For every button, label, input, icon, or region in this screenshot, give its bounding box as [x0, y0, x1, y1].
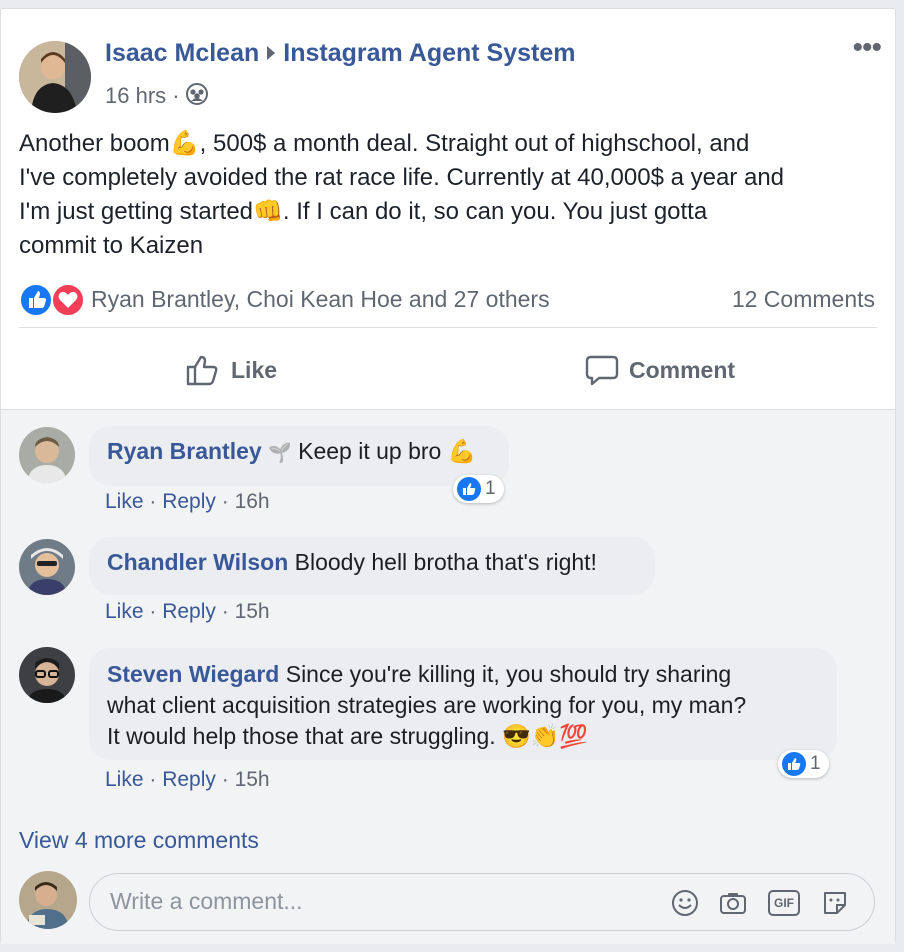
commenter-avatar[interactable] [19, 539, 75, 595]
post-text-line4: commit to Kaizen [19, 232, 204, 259]
comment-bubble: Chandler Wilson Bloody hell brotha that'… [89, 537, 655, 595]
view-more-comments-link[interactable]: View 4 more comments [19, 827, 259, 854]
comment-input[interactable] [110, 888, 630, 915]
comment-text-line3: It would help those that are struggling. [107, 723, 496, 749]
like-count-value: 1 [485, 478, 496, 499]
commenter-name-link[interactable]: Steven Wiegard [107, 661, 279, 687]
sticker-icon[interactable] [820, 888, 850, 918]
author-avatar[interactable] [19, 41, 91, 113]
post-text-line1b: , 500$ a month deal. Straight out of hig… [199, 130, 750, 157]
post-text-line2: I've completely avoided the rat race lif… [19, 164, 785, 191]
comment-like-count[interactable]: 1 [778, 750, 829, 778]
post-text-line3b: . If I can do it, so can you. You just g… [282, 198, 708, 225]
comment-actions: Like · Reply · 16h [105, 490, 270, 513]
comment-button[interactable]: Comment [585, 353, 735, 387]
comment-actions: Like · Reply · 15h [105, 600, 270, 623]
like-reaction-icon [782, 752, 806, 776]
like-button[interactable]: Like [185, 353, 277, 387]
post-text-line1: Another boom [19, 130, 170, 157]
post-text-line3: I'm just getting started [19, 198, 254, 225]
post-meta: 16 hrs · [105, 83, 208, 111]
speech-bubble-icon [585, 355, 619, 386]
like-reaction-icon [19, 283, 53, 317]
comments-count-link[interactable]: 12 Comments [732, 286, 875, 313]
commenter-avatar[interactable] [19, 427, 75, 483]
comment-bubble: Steven Wiegard Since you're killing it, … [89, 648, 837, 760]
post-card: Isaac Mclean Instagram Agent System 16 hr… [0, 8, 896, 944]
comment-reply-link[interactable]: Reply [162, 490, 216, 513]
gif-icon[interactable]: GIF [768, 890, 800, 916]
post-header-title: Isaac Mclean Instagram Agent System [105, 39, 575, 68]
comment-bubble: Ryan Brantley 🌱 Keep it up bro 💪 [89, 426, 509, 486]
comment-reply-link[interactable]: Reply [162, 768, 216, 791]
current-user-avatar[interactable] [19, 871, 77, 929]
muscle-emoji-icon: 💪 [169, 130, 200, 157]
comment-like-link[interactable]: Like [105, 768, 144, 791]
post-body: Another boom💪, 500$ a month deal. Straig… [19, 127, 889, 263]
comment-like-link[interactable]: Like [105, 600, 144, 623]
comment-time[interactable]: 16h [235, 490, 270, 513]
comment-like-count[interactable]: 1 [453, 475, 504, 503]
divider-top [19, 327, 877, 328]
more-options-icon[interactable]: ••• [852, 31, 881, 65]
emoji-icons: 😎👏💯 [502, 723, 588, 749]
comment-text: Bloody hell brotha that's right! [294, 549, 597, 575]
commenter-avatar[interactable] [19, 647, 75, 703]
thumbs-up-icon [186, 355, 218, 386]
meta-separator: · [172, 83, 180, 108]
author-name-link[interactable]: Isaac Mclean [105, 39, 259, 67]
comment-button-label: Comment [629, 356, 736, 383]
emoji-smiley-icon[interactable] [670, 888, 700, 918]
reactions-names[interactable]: Ryan Brantley, Choi Kean Hoe and 27 othe… [91, 286, 550, 313]
comment-composer[interactable]: GIF [89, 873, 875, 931]
like-count-value: 1 [810, 753, 821, 774]
love-reaction-icon [51, 283, 85, 317]
camera-icon[interactable] [718, 888, 748, 918]
muscle-emoji-icon: 💪 [447, 438, 477, 464]
arrow-right-icon [267, 46, 276, 61]
commenter-name-link[interactable]: Chandler Wilson [107, 549, 288, 575]
comment-actions: Like · Reply · 15h [105, 768, 270, 791]
comment-like-link[interactable]: Like [105, 490, 144, 513]
comment-reply-link[interactable]: Reply [162, 600, 216, 623]
post-timestamp[interactable]: 16 hrs [105, 83, 166, 108]
like-reaction-icon [457, 477, 481, 501]
commenter-name-link[interactable]: Ryan Brantley [107, 438, 262, 464]
like-button-label: Like [231, 356, 278, 383]
seedling-badge-icon: 🌱 [268, 443, 292, 464]
fist-emoji-icon: 👊 [253, 198, 283, 225]
gif-label: GIF [774, 896, 794, 910]
reactions-bar: Ryan Brantley, Choi Kean Hoe and 27 othe… [19, 279, 879, 319]
comment-time[interactable]: 15h [235, 768, 270, 791]
group-name-link[interactable]: Instagram Agent System [283, 39, 575, 67]
comment-text-line1: Since you're killing it, you should try … [285, 661, 732, 687]
group-audience-icon [185, 83, 208, 111]
comment-time[interactable]: 15h [235, 600, 270, 623]
comment-text-line2: what client acquisition strategies are w… [107, 692, 747, 718]
comment-text: Keep it up bro [298, 438, 442, 464]
